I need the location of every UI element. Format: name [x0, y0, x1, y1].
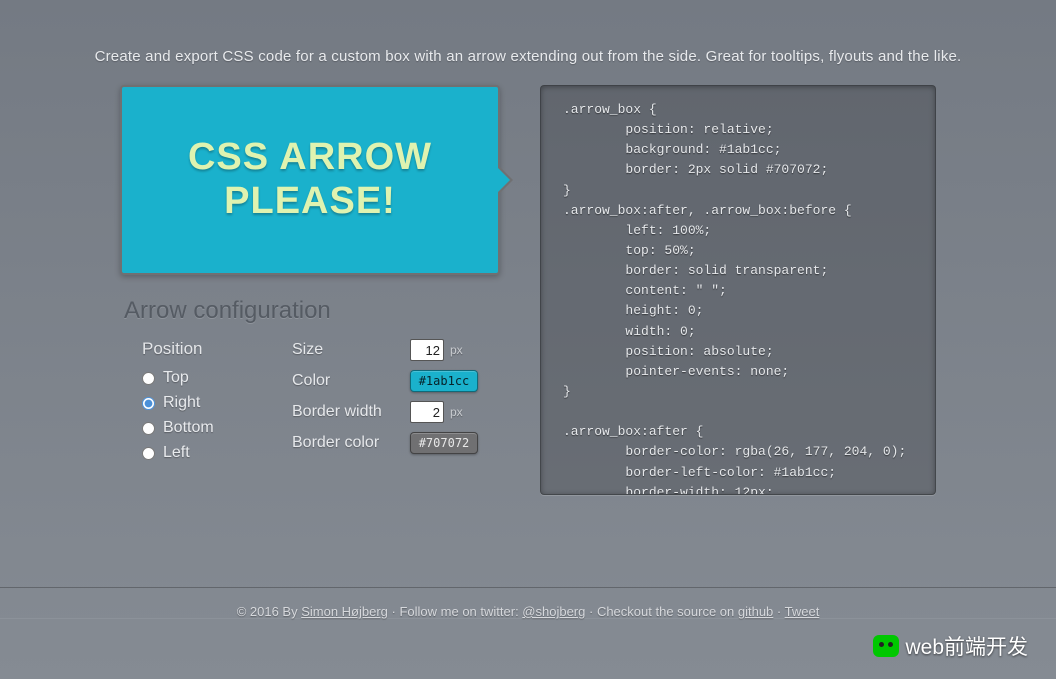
position-left[interactable]: Left: [142, 444, 262, 462]
position-top[interactable]: Top: [142, 369, 262, 387]
left-panel: CSS ARROW PLEASE! Arrow configuration Po…: [120, 85, 500, 495]
config-form: Position Top Right Bottom Left: [120, 339, 500, 469]
author-link[interactable]: Simon Højberg: [301, 604, 388, 619]
size-input[interactable]: [410, 339, 444, 361]
border-color-label: Border color: [292, 434, 410, 452]
radio-left[interactable]: [142, 447, 155, 460]
css-output[interactable]: .arrow_box { position: relative; backgro…: [540, 85, 936, 495]
border-width-unit: px: [450, 405, 463, 419]
position-left-label: Left: [163, 444, 190, 462]
hero-title: CSS ARROW PLEASE!: [122, 136, 498, 223]
size-unit: px: [450, 343, 463, 357]
wechat-icon: [873, 635, 899, 657]
tagline: Create and export CSS code for a custom …: [0, 0, 1056, 85]
footer-sep: ·: [777, 604, 785, 619]
footer: © 2016 By Simon Højberg · Follow me on t…: [0, 587, 1056, 619]
watermark-text: web前端开发: [905, 631, 1028, 661]
section-title: Arrow configuration: [124, 297, 500, 325]
position-right-label: Right: [163, 394, 200, 412]
position-label: Position: [142, 339, 262, 359]
github-link[interactable]: github: [738, 604, 773, 619]
position-bottom-label: Bottom: [163, 419, 214, 437]
footer-copyright: © 2016 By: [237, 604, 302, 619]
radio-right[interactable]: [142, 397, 155, 410]
border-width-input[interactable]: [410, 401, 444, 423]
position-right[interactable]: Right: [142, 394, 262, 412]
color-swatch[interactable]: #1ab1cc: [410, 370, 478, 392]
footer-text1: · Follow me on twitter:: [392, 604, 523, 619]
arrow-box-preview: CSS ARROW PLEASE!: [120, 85, 500, 275]
twitter-link[interactable]: @shojberg: [522, 604, 585, 619]
border-color-swatch[interactable]: #707072: [410, 432, 478, 454]
watermark: web前端开发: [873, 631, 1028, 661]
border-width-label: Border width: [292, 403, 410, 421]
radio-bottom[interactable]: [142, 422, 155, 435]
position-top-label: Top: [163, 369, 189, 387]
position-bottom[interactable]: Bottom: [142, 419, 262, 437]
footer-text2: · Checkout the source on: [589, 604, 738, 619]
size-label: Size: [292, 341, 410, 359]
color-label: Color: [292, 372, 410, 390]
radio-top[interactable]: [142, 372, 155, 385]
tweet-link[interactable]: Tweet: [785, 604, 820, 619]
